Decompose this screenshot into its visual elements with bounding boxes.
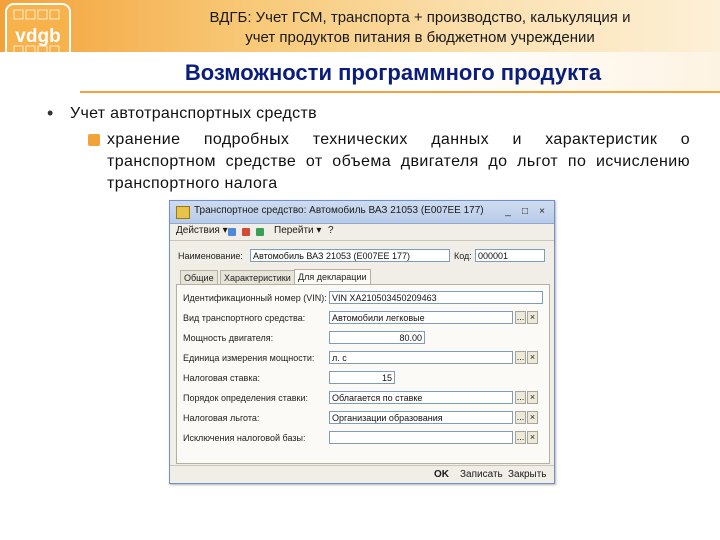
toolbar-save-icon[interactable] [228, 228, 236, 236]
actions-menu[interactable]: Действия ▾ [176, 225, 228, 236]
logo-text: vdgb [15, 26, 60, 47]
name-field[interactable]: Автомобиль ВАЗ 21053 (Е007ЕЕ 177) [250, 249, 450, 262]
tax-benefit-field[interactable]: Организации образования [329, 411, 513, 424]
header-line-2: учет продуктов питания в бюджетном учреж… [245, 29, 595, 46]
engine-power-field[interactable]: 80.00 [329, 331, 425, 344]
actions-label: Действия [176, 225, 220, 236]
power-unit-select-button[interactable]: ... [515, 351, 526, 364]
dialog-button-bar: OK Записать Закрыть [170, 465, 554, 484]
slide-title: Возможности программного продукта [184, 60, 602, 85]
vin-field[interactable]: VIN XA210503450209463 [329, 291, 543, 304]
tab-characteristics[interactable]: Характеристики [220, 270, 295, 284]
code-field[interactable]: 000001 [475, 249, 545, 262]
rate-order-clear-button[interactable]: × [527, 391, 538, 404]
vehicle-dialog-window: Транспортное средство: Автомобиль ВАЗ 21… [169, 200, 555, 484]
tax-rate-field[interactable]: 15 [329, 371, 395, 384]
engine-power-label: Мощность двигателя: [183, 333, 274, 343]
vehicle-type-label: Вид транспортного средства: [183, 313, 306, 323]
tax-rate-label: Налоговая ставка: [183, 373, 260, 383]
bullet-dot: • [47, 103, 54, 123]
window-title: Транспортное средство: Автомобиль ВАЗ 21… [194, 205, 484, 216]
code-label: Код: [454, 251, 472, 261]
close-button[interactable]: Закрыть [508, 469, 547, 480]
help-button[interactable]: ? [328, 225, 334, 236]
declaration-panel: Идентификационный номер (VIN): VIN XA210… [176, 284, 550, 464]
bullet-level1: Учет автотранспортных средств [70, 105, 317, 122]
toolbar-delete-icon[interactable] [242, 228, 250, 236]
bullet-level2: хранение подробных технических данных и … [107, 131, 690, 192]
tax-base-exclusion-select-button[interactable]: ... [515, 431, 526, 444]
toolbar-refresh-icon[interactable] [256, 228, 264, 236]
name-label: Наименование: [178, 251, 243, 261]
slide-header: ВДГБ: Учет ГСМ, транспорта + производств… [120, 8, 720, 48]
rate-order-field[interactable]: Облагается по ставке [329, 391, 513, 404]
tab-general[interactable]: Общие [180, 270, 218, 284]
vin-label: Идентификационный номер (VIN): [183, 293, 327, 303]
rate-order-label: Порядок определения ставки: [183, 393, 308, 403]
power-unit-label: Единица измерения мощности: [183, 353, 315, 363]
window-toolbar: Действия ▾ Перейти ▾ ? [170, 224, 554, 241]
goto-menu[interactable]: Перейти ▾ [274, 225, 321, 236]
power-unit-field[interactable]: л. с [329, 351, 513, 364]
ok-button[interactable]: OK [434, 469, 449, 480]
tab-declaration[interactable]: Для декларации [294, 269, 371, 284]
checkbox-bullet-icon [88, 134, 100, 146]
tab-strip: Общие Характеристики Для декларации [176, 269, 548, 284]
vehicle-type-clear-button[interactable]: × [527, 311, 538, 324]
minimize-button[interactable]: _ [502, 206, 514, 217]
title-underline [80, 91, 720, 93]
header-line-1: ВДГБ: Учет ГСМ, транспорта + производств… [209, 9, 631, 26]
power-unit-clear-button[interactable]: × [527, 351, 538, 364]
vehicle-type-select-button[interactable]: ... [515, 311, 526, 324]
maximize-button[interactable]: □ [519, 206, 531, 217]
tax-base-exclusion-clear-button[interactable]: × [527, 431, 538, 444]
tax-benefit-select-button[interactable]: ... [515, 411, 526, 424]
tax-benefit-clear-button[interactable]: × [527, 411, 538, 424]
vehicle-type-field[interactable]: Автомобили легковые [329, 311, 513, 324]
save-button[interactable]: Записать [460, 469, 503, 480]
rate-order-select-button[interactable]: ... [515, 391, 526, 404]
tax-base-exclusion-label: Исключения налоговой базы: [183, 433, 306, 443]
goto-label: Перейти [274, 225, 314, 236]
folder-icon [176, 206, 190, 219]
window-titlebar: Транспортное средство: Автомобиль ВАЗ 21… [170, 201, 554, 224]
close-window-button[interactable]: × [536, 206, 548, 217]
tax-benefit-label: Налоговая льгота: [183, 413, 260, 423]
tax-base-exclusion-field[interactable] [329, 431, 513, 444]
